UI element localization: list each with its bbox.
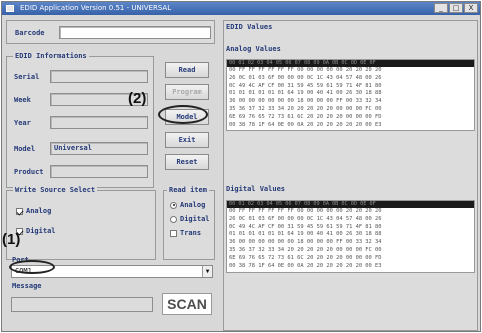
hex-row: 35 36 37 32 33 34 20 20 20 20 20 00 00 0… bbox=[229, 246, 382, 253]
write-source-group: Write Source Select Analog Digital bbox=[6, 186, 156, 260]
digital-checkbox[interactable]: Digital bbox=[16, 227, 56, 235]
radio-icon bbox=[170, 215, 177, 223]
annotation-ellipse-model bbox=[158, 105, 208, 124]
hex-row: 0C 49 4C AF CF 00 31 59 45 59 61 59 71 4… bbox=[229, 82, 382, 89]
model-label: Model bbox=[14, 145, 36, 153]
analog-hex-table: 00 01 02 03 04 05 06 07 08 09 0A 0B 0C 0… bbox=[226, 59, 475, 131]
digital-hex-table: 00 01 02 03 04 05 06 07 08 09 0A 0B 0C 0… bbox=[226, 200, 475, 273]
title-bar: EDID Application Version 0.51 - UNIVERSA… bbox=[2, 2, 480, 15]
hex-row: 35 36 37 32 33 34 20 20 20 20 20 00 00 0… bbox=[229, 105, 382, 112]
scan-logo: SCAN bbox=[162, 293, 212, 315]
barcode-input[interactable] bbox=[59, 26, 211, 39]
program-button[interactable]: Program bbox=[165, 84, 209, 100]
annotation-label-1: (1) bbox=[2, 231, 21, 248]
annotation-ellipse-port bbox=[9, 260, 55, 274]
checkbox-icon bbox=[16, 207, 23, 215]
read-digital-label: Digital bbox=[180, 215, 210, 223]
hex-row: 01 01 01 01 01 01 64 19 00 40 41 00 26 3… bbox=[229, 231, 382, 238]
chevron-down-icon[interactable]: ▼ bbox=[202, 266, 212, 277]
model-field: Universal bbox=[50, 142, 148, 155]
hex-row: 00 FF FF FF FF FF FF 00 00 00 00 00 20 2… bbox=[229, 208, 382, 214]
read-trans-radio[interactable]: Trans bbox=[170, 229, 201, 237]
hex-row: 26 0C 01 03 6F 00 00 00 0C 1C 43 04 57 4… bbox=[229, 74, 382, 81]
message-field bbox=[11, 297, 153, 312]
digital-hex-header: 00 01 02 03 04 05 06 07 08 09 0A 0B 0C 0… bbox=[227, 201, 474, 208]
read-analog-label: Analog bbox=[180, 201, 206, 209]
analog-hex-header: 00 01 02 03 04 05 06 07 08 09 0A 0B 0C 0… bbox=[227, 60, 474, 67]
week-label: Week bbox=[14, 96, 31, 104]
annotation-label-2: (2) bbox=[128, 90, 147, 107]
read-trans-label: Trans bbox=[180, 229, 202, 237]
year-field bbox=[50, 116, 148, 129]
edid-info-group: EDID Informations Serial Week Year Model… bbox=[6, 52, 154, 188]
barcode-label: Barcode bbox=[15, 29, 45, 37]
read-item-group: Read item Analog Digital Trans bbox=[163, 186, 215, 260]
hex-row: 36 00 00 00 00 00 00 18 00 00 00 FF 00 3… bbox=[229, 98, 382, 105]
window-title: EDID Application Version 0.51 - UNIVERSA… bbox=[20, 4, 172, 12]
hex-row: 36 00 00 00 00 00 00 18 00 00 00 FF 00 3… bbox=[229, 239, 382, 246]
write-source-title: Write Source Select bbox=[13, 186, 98, 194]
hex-row: 00 38 78 1F 64 0E 00 0A 20 20 20 20 20 2… bbox=[229, 121, 382, 128]
serial-field bbox=[50, 70, 148, 83]
message-label: Message bbox=[12, 282, 42, 290]
hex-row: 6E 69 76 65 72 73 61 6C 20 20 20 20 00 0… bbox=[229, 113, 382, 120]
product-label: Product bbox=[14, 168, 44, 176]
read-digital-radio[interactable]: Digital bbox=[170, 215, 210, 223]
checkbox-icon bbox=[170, 229, 177, 237]
radio-icon bbox=[170, 201, 177, 209]
close-button[interactable]: X bbox=[464, 3, 478, 13]
hex-row: 6E 69 76 65 72 73 61 6C 20 20 20 20 00 0… bbox=[229, 254, 382, 261]
barcode-panel: Barcode bbox=[6, 20, 215, 44]
read-button[interactable]: Read bbox=[165, 62, 209, 78]
product-field bbox=[50, 165, 148, 178]
analog-checkbox[interactable]: Analog bbox=[16, 207, 51, 215]
analog-checkbox-label: Analog bbox=[26, 207, 52, 215]
digital-checkbox-label: Digital bbox=[26, 227, 56, 235]
app-window: EDID Application Version 0.51 - UNIVERSA… bbox=[1, 1, 481, 332]
edid-info-title: EDID Informations bbox=[13, 52, 89, 60]
read-item-title: Read item bbox=[167, 186, 209, 194]
serial-label: Serial bbox=[14, 73, 40, 81]
hex-row: 01 01 01 01 01 01 64 19 00 40 41 00 26 3… bbox=[229, 90, 382, 97]
hex-row: 26 0C 01 03 6F 00 00 00 0C 1C 43 04 57 4… bbox=[229, 215, 382, 222]
hex-row: 0C 49 4C AF CF 00 31 59 45 59 61 59 71 4… bbox=[229, 223, 382, 230]
edid-values-title: EDID Values bbox=[226, 23, 273, 31]
digital-values-title: Digital Values bbox=[226, 185, 286, 193]
edid-values-panel: EDID Values Analog Values 00 01 02 03 04… bbox=[223, 20, 478, 331]
reset-button[interactable]: Reset bbox=[165, 154, 209, 170]
read-analog-radio[interactable]: Analog bbox=[170, 201, 205, 209]
hex-row: 00 38 78 1F 64 0E 00 0A 20 20 20 20 20 2… bbox=[229, 262, 382, 269]
app-icon bbox=[6, 5, 14, 12]
minimize-button[interactable]: _ bbox=[434, 3, 448, 13]
maximize-button[interactable]: □ bbox=[449, 3, 463, 13]
exit-button[interactable]: Exit bbox=[165, 132, 209, 148]
hex-row: 00 FF FF FF FF FF FF 00 00 00 00 00 20 2… bbox=[229, 67, 382, 73]
year-label: Year bbox=[14, 119, 31, 127]
left-panel: Barcode EDID Informations Serial Week Ye… bbox=[5, 18, 217, 331]
analog-values-title: Analog Values bbox=[226, 45, 281, 53]
window-controls: _ □ X bbox=[434, 3, 478, 13]
